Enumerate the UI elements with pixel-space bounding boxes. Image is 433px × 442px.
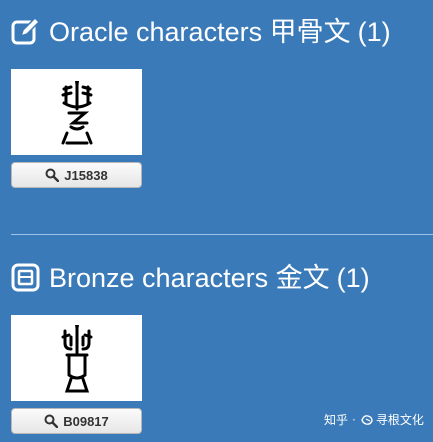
bronze-card: B09817 — [11, 315, 142, 434]
oracle-id-label: J15838 — [64, 167, 108, 183]
bronze-character-image[interactable] — [11, 315, 142, 401]
oracle-card: J15838 — [11, 69, 142, 188]
bronze-count: (1) — [336, 263, 370, 293]
watermark-author: 寻根文化 — [375, 413, 424, 427]
oracle-title: Oracle characters 甲骨文 — [49, 17, 351, 47]
bronze-title: Bronze characters 金文 — [49, 263, 330, 293]
bronze-heading: Bronze characters 金文 (1) — [11, 260, 370, 296]
search-icon — [45, 168, 60, 183]
view-bronze-button[interactable]: B09817 — [11, 408, 142, 434]
view-oracle-button[interactable]: J15838 — [11, 162, 142, 188]
search-icon — [44, 414, 59, 429]
watermark-logo-icon — [360, 414, 374, 426]
watermark: 知乎 · 寻根文化 — [324, 411, 424, 428]
oracle-count: (1) — [357, 17, 391, 47]
bronze-id-label: B09817 — [63, 413, 109, 429]
bronze-square-icon — [11, 263, 40, 292]
oracle-character-image[interactable] — [11, 69, 142, 155]
edit-icon — [11, 16, 41, 46]
watermark-separator: · — [352, 412, 356, 427]
watermark-site: 知乎 — [324, 413, 349, 427]
section-divider — [11, 234, 433, 235]
oracle-heading: Oracle characters 甲骨文 (1) — [11, 14, 391, 50]
